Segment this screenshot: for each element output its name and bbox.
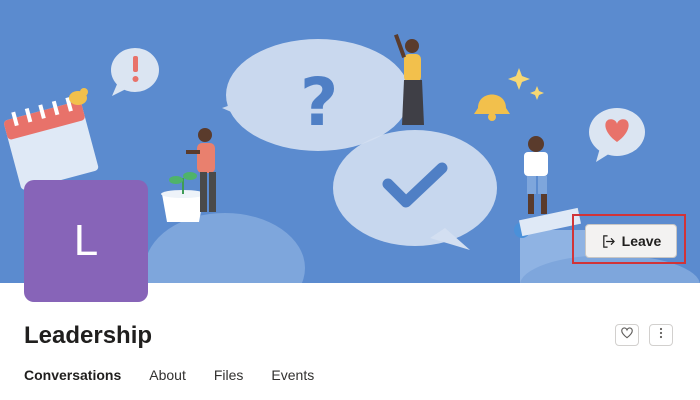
check-bubble — [333, 130, 497, 250]
calendar-illustration — [4, 97, 99, 190]
tab-about[interactable]: About — [149, 367, 186, 383]
svg-text:?: ? — [300, 64, 338, 141]
tab-conversations[interactable]: Conversations — [24, 367, 121, 383]
leave-button-label: Leave — [621, 233, 662, 249]
plant-illustration — [161, 172, 205, 222]
group-avatar-letter: L — [73, 216, 99, 265]
heart-icon — [620, 326, 634, 344]
heart-bubble — [589, 108, 645, 162]
question-bubble: ? — [222, 39, 410, 151]
more-options-button[interactable] — [649, 324, 673, 346]
sign-out-icon — [601, 234, 616, 249]
tab-files[interactable]: Files — [214, 367, 244, 383]
leave-button[interactable]: Leave — [585, 224, 677, 258]
group-title: Leadership — [24, 322, 153, 349]
group-avatar: L — [24, 180, 148, 302]
bell-illustration — [474, 94, 510, 121]
tab-events[interactable]: Events — [271, 367, 314, 383]
more-vertical-icon — [659, 326, 663, 344]
group-tabs: Conversations About Files Events — [24, 367, 342, 383]
exclamation-bubble — [111, 48, 159, 96]
person-on-box-illustration — [514, 136, 582, 238]
follow-button[interactable] — [615, 324, 639, 346]
